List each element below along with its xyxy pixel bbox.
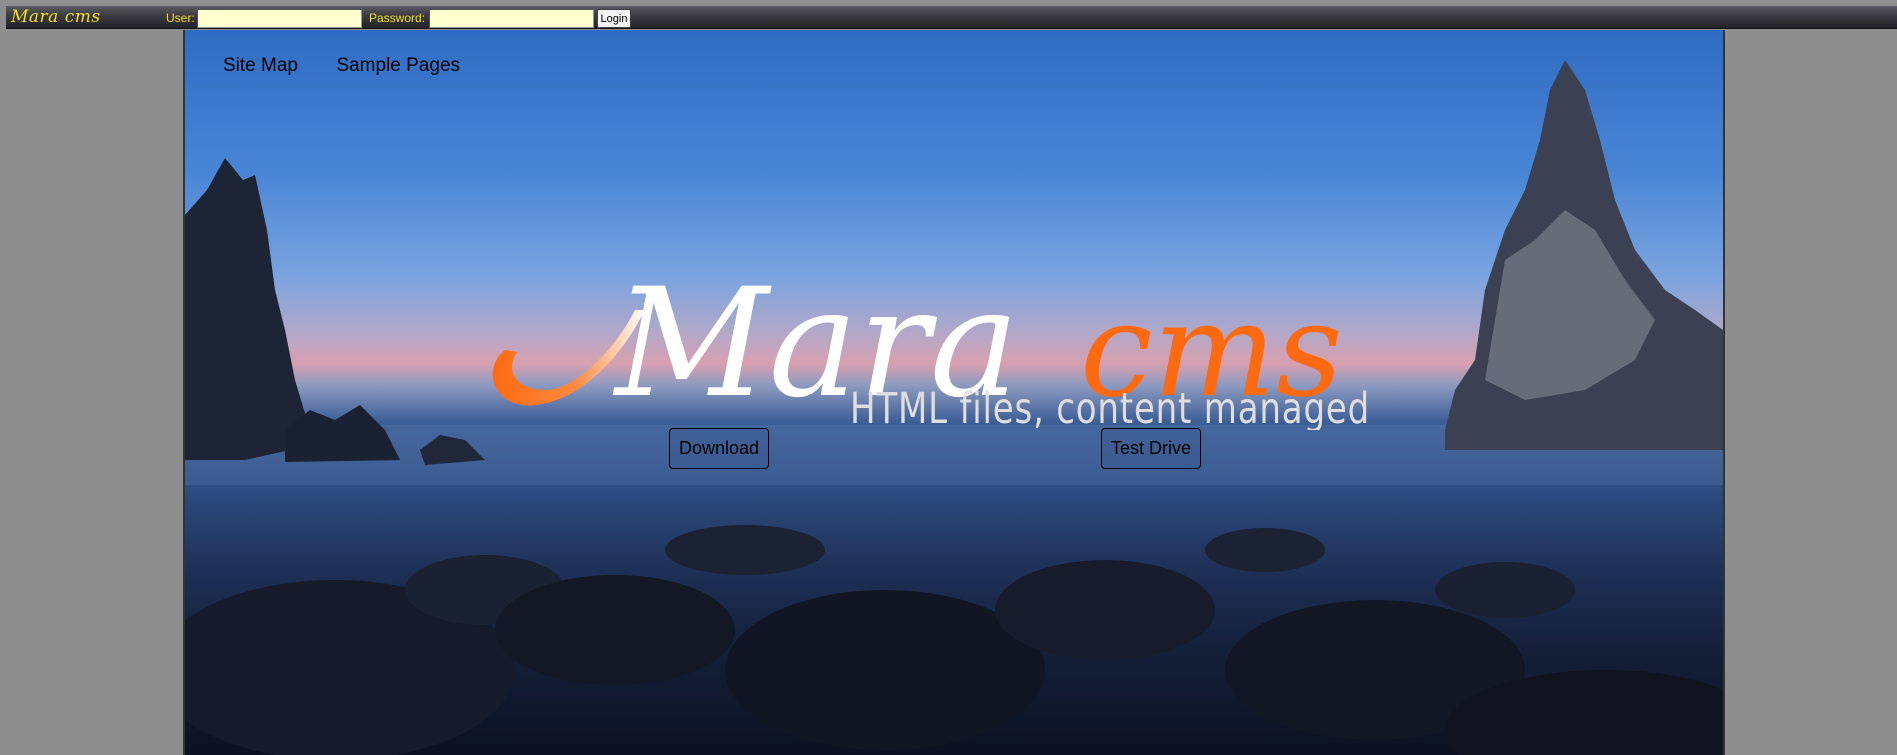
brand-logo[interactable]: Mara cms: [11, 7, 101, 27]
user-input[interactable]: [197, 9, 362, 28]
login-button[interactable]: Login: [597, 9, 631, 28]
password-label: Password:: [369, 11, 426, 25]
download-button[interactable]: Download: [669, 428, 770, 469]
logo-tagline: HTML files, content managed: [850, 384, 1370, 430]
mara-cms-hero-logo: Mara cms HTML files, content managed: [492, 257, 1370, 430]
nav-sample-pages[interactable]: Sample Pages: [336, 55, 460, 77]
user-label: User:: [166, 11, 195, 25]
hero-page: Site Map Sample Pages Mara cms HTML file…: [183, 30, 1725, 755]
test-drive-button[interactable]: Test Drive: [1101, 428, 1202, 469]
top-login-bar: Mara cms User: Password: Login: [6, 6, 1897, 29]
nav-site-map[interactable]: Site Map: [223, 55, 298, 77]
main-nav: Site Map Sample Pages: [223, 55, 494, 77]
password-input[interactable]: [429, 9, 594, 28]
